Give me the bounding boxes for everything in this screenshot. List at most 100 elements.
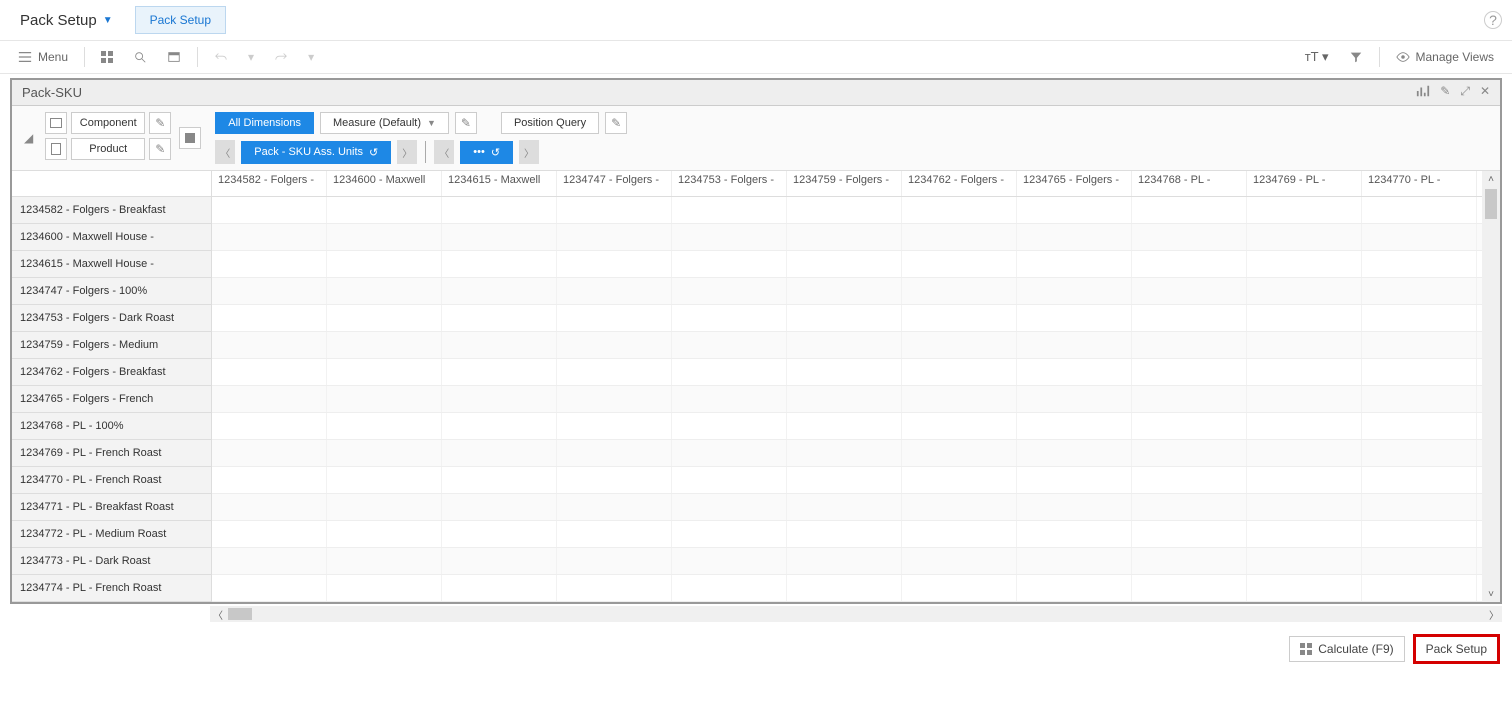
grid-cell[interactable] [1017, 278, 1132, 304]
grid-cell[interactable] [1362, 332, 1477, 358]
panel-icon[interactable] [159, 46, 189, 68]
grid-cell[interactable] [787, 521, 902, 547]
grid-cell[interactable] [442, 197, 557, 223]
grid-cell[interactable] [787, 197, 902, 223]
grid-cell[interactable] [212, 521, 327, 547]
pack-setup-button[interactable]: Pack Setup [1413, 634, 1500, 664]
grid-cell[interactable] [1362, 548, 1477, 574]
row-header[interactable]: 1234773 - PL - Dark Roast [12, 548, 212, 575]
grid-cell[interactable] [212, 413, 327, 439]
grid-cell[interactable] [557, 305, 672, 331]
grid-cell[interactable] [672, 548, 787, 574]
grid-cell[interactable] [672, 440, 787, 466]
row-header[interactable]: 1234615 - Maxwell House - [12, 251, 212, 278]
grid-cell[interactable] [212, 332, 327, 358]
grid-cell[interactable] [672, 494, 787, 520]
edit-icon[interactable]: ✎ [1440, 84, 1450, 101]
page-axis-icon[interactable] [45, 138, 67, 160]
row-header[interactable]: 1234747 - Folgers - 100% [12, 278, 212, 305]
vertical-scrollbar[interactable]: ˄ ˅ [1482, 171, 1500, 602]
grid-cell[interactable] [672, 386, 787, 412]
grid-cell[interactable] [327, 467, 442, 493]
horizontal-scrollbar[interactable]: 〈 〉 [210, 606, 1502, 622]
grid-cell[interactable] [1017, 521, 1132, 547]
grid-cell[interactable] [1132, 521, 1247, 547]
grid-cell[interactable] [1362, 278, 1477, 304]
grid-cell[interactable] [557, 251, 672, 277]
grid-cell[interactable] [1247, 386, 1362, 412]
grid-cell[interactable] [212, 440, 327, 466]
grid-view-icon[interactable] [93, 47, 121, 67]
grid-cell[interactable] [557, 197, 672, 223]
grid-cell[interactable] [1362, 305, 1477, 331]
grid-cell[interactable] [1017, 386, 1132, 412]
grid-cell[interactable] [327, 251, 442, 277]
grid-cell[interactable] [442, 359, 557, 385]
grid-cell[interactable] [902, 251, 1017, 277]
grid-cell[interactable] [787, 575, 902, 601]
edit-position-query-icon[interactable]: ✎ [605, 112, 627, 134]
grid-cell[interactable] [902, 332, 1017, 358]
column-header[interactable]: 1234769 - PL - [1247, 171, 1362, 196]
grid-cell[interactable] [1362, 251, 1477, 277]
grid-cell[interactable] [1362, 413, 1477, 439]
grid-cell[interactable] [557, 575, 672, 601]
edit-component-icon[interactable]: ✎ [149, 112, 171, 134]
manage-views-button[interactable]: Manage Views [1388, 46, 1503, 68]
grid-cell[interactable] [327, 440, 442, 466]
grid-cell[interactable] [1247, 467, 1362, 493]
grid-cell[interactable] [1017, 224, 1132, 250]
prev-icon[interactable]: 〈 [215, 140, 235, 164]
workbook-title-dropdown[interactable]: Pack Setup ▼ [10, 8, 123, 33]
undo-icon[interactable] [206, 46, 236, 68]
grid-cell[interactable] [212, 494, 327, 520]
chart-icon[interactable] [1416, 84, 1430, 101]
grid-cell[interactable] [212, 224, 327, 250]
grid-cell[interactable] [442, 575, 557, 601]
grid-cell[interactable] [557, 332, 672, 358]
grid-cell[interactable] [212, 305, 327, 331]
grid-cell[interactable] [557, 386, 672, 412]
grid-cell[interactable] [1247, 332, 1362, 358]
grid-cell[interactable] [212, 467, 327, 493]
grid-cell[interactable] [787, 494, 902, 520]
row-header[interactable]: 1234600 - Maxwell House - [12, 224, 212, 251]
grid-cell[interactable] [1132, 467, 1247, 493]
grid-cell[interactable] [672, 521, 787, 547]
grid-cell[interactable] [212, 278, 327, 304]
calculate-button[interactable]: Calculate (F9) [1289, 636, 1404, 662]
grid-cell[interactable] [327, 224, 442, 250]
grid-cell[interactable] [1362, 467, 1477, 493]
grid-cell[interactable] [442, 548, 557, 574]
grid-cell[interactable] [1017, 413, 1132, 439]
grid-cell[interactable] [327, 575, 442, 601]
grid-cell[interactable] [902, 413, 1017, 439]
grid-cell[interactable] [327, 413, 442, 439]
grid-cell[interactable] [787, 305, 902, 331]
pack-sku-units-button[interactable]: Pack - SKU Ass. Units ↺ [241, 141, 391, 164]
grid-cell[interactable] [1017, 251, 1132, 277]
grid-cell[interactable] [902, 305, 1017, 331]
grid-cell[interactable] [557, 467, 672, 493]
column-header[interactable]: 1234762 - Folgers - [902, 171, 1017, 196]
column-header[interactable]: 1234759 - Folgers - [787, 171, 902, 196]
grid-cell[interactable] [1362, 521, 1477, 547]
grid-cell[interactable] [787, 413, 902, 439]
grid-cell[interactable] [1017, 575, 1132, 601]
grid-cell[interactable] [1017, 548, 1132, 574]
column-header[interactable]: 1234600 - Maxwell [327, 171, 442, 196]
tab-pack-setup[interactable]: Pack Setup [135, 6, 226, 34]
grid-cell[interactable] [557, 494, 672, 520]
grid-cell[interactable] [1247, 521, 1362, 547]
row-header[interactable]: 1234770 - PL - French Roast [12, 467, 212, 494]
grid-cell[interactable] [327, 197, 442, 223]
grid-cell[interactable] [1247, 305, 1362, 331]
grid-cell[interactable] [327, 548, 442, 574]
column-header[interactable]: 1234615 - Maxwell [442, 171, 557, 196]
grid-cell[interactable] [1017, 332, 1132, 358]
grid-cell[interactable] [787, 548, 902, 574]
grid-cell[interactable] [327, 332, 442, 358]
grid-cell[interactable] [787, 359, 902, 385]
grid-cell[interactable] [442, 278, 557, 304]
column-header[interactable]: 1234747 - Folgers - [557, 171, 672, 196]
